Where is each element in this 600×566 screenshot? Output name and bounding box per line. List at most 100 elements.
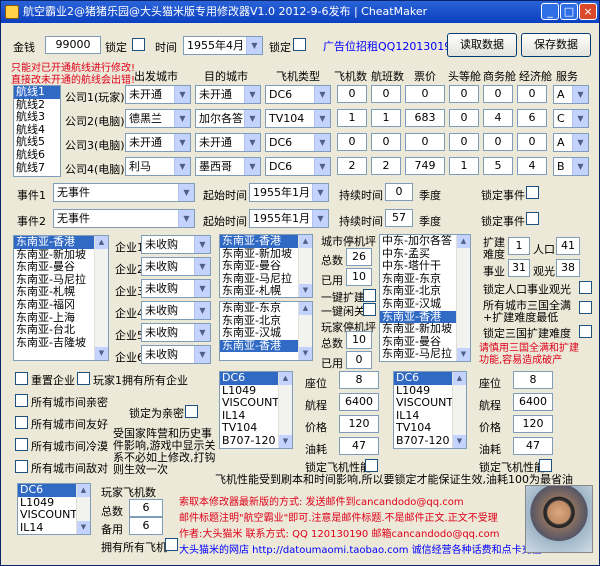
business-class-input[interactable]: 0 (483, 85, 513, 103)
price-input[interactable]: 683 (405, 109, 445, 127)
event-start-select[interactable]: 1955年1月 (249, 209, 329, 228)
list-item[interactable]: 中东-加尔各答 (380, 235, 456, 248)
scrollbar[interactable] (452, 372, 466, 448)
economy-class-input[interactable]: 0 (517, 85, 547, 103)
list-item[interactable]: 东南亚-曼谷 (14, 261, 94, 274)
plane-price-input[interactable]: 120 (339, 415, 379, 433)
save-data-button[interactable]: 保存数据 (521, 33, 591, 57)
tourism-input[interactable]: 38 (556, 259, 580, 277)
clear-all-checkbox[interactable] (363, 303, 376, 316)
first-class-input[interactable]: 0 (449, 109, 479, 127)
city-list-a[interactable]: 东南亚-香港 东南亚-新加坡 东南亚-曼谷 东南亚-马尼拉 东南亚-札幌 (219, 234, 313, 298)
event-lock-checkbox[interactable] (526, 186, 539, 199)
economy-class-input[interactable]: 4 (517, 157, 547, 175)
scrollbar[interactable] (456, 235, 470, 361)
flight-count-input[interactable]: 0 (371, 85, 401, 103)
player-parking-used-input[interactable]: 0 (346, 351, 372, 369)
price-input[interactable]: 749 (405, 157, 445, 175)
list-item[interactable]: 东南亚-福冈 (14, 298, 94, 312)
route-list[interactable]: 航线1 航线2 航线3 航线4 航线5 航线6 航线7 (13, 85, 61, 177)
to-city-select[interactable]: 未开通 (195, 133, 261, 152)
lock-expand-checkbox[interactable] (579, 325, 592, 338)
city-list-c[interactable]: 中东-加尔各答 中东-孟买 中东-塔什干 东南亚-东京 东南亚-北京 东南亚-汉… (379, 234, 471, 362)
company-select[interactable]: 未收购 (141, 279, 211, 298)
range-input[interactable]: 6400 (513, 393, 553, 411)
service-select[interactable]: B (553, 157, 589, 176)
plane-type-select[interactable]: DC6 (265, 133, 331, 152)
plane-list-1[interactable]: DC6 L1049 VISCOUNT IL14 TV104 B707-120 (219, 371, 293, 449)
list-item[interactable]: 东南亚-香港 (14, 236, 94, 249)
fuel-input[interactable]: 47 (339, 437, 379, 455)
plane-type-select[interactable]: DC6 (265, 85, 331, 104)
region-list[interactable]: 东南亚-香港 东南亚-新加坡 东南亚-曼谷 东南亚-马尼拉 东南亚-札幌 东南亚… (13, 235, 109, 361)
plane-list-3[interactable]: DC6 L1049 VISCOUNT IL14 (17, 483, 91, 535)
plane-type-select[interactable]: TV104 (265, 109, 331, 128)
plane-count-input[interactable]: 0 (337, 133, 367, 151)
economy-class-input[interactable]: 0 (517, 133, 547, 151)
own-all-planes-checkbox[interactable] (165, 538, 178, 551)
to-city-select[interactable]: 未开通 (195, 85, 261, 104)
player-planes-total-input[interactable]: 6 (129, 499, 163, 517)
list-item[interactable]: VISCOUNT (394, 397, 453, 410)
company-select[interactable]: 未收购 (141, 301, 211, 320)
own-all-company-checkbox[interactable] (77, 372, 90, 385)
service-select[interactable]: C (553, 109, 589, 128)
city-parking-total-input[interactable]: 26 (346, 248, 372, 266)
minimize-button[interactable]: _ (541, 3, 559, 20)
to-city-select[interactable]: 墨西哥 (195, 157, 261, 176)
service-select[interactable]: A (553, 133, 589, 152)
population-input[interactable]: 41 (556, 237, 580, 255)
scrollbar[interactable] (76, 484, 90, 534)
list-item[interactable]: 航线1 (14, 86, 60, 99)
range-input[interactable]: 6400 (339, 393, 379, 411)
to-city-select[interactable]: 加尔各答 (195, 109, 261, 128)
from-city-select[interactable]: 德黑兰 (125, 109, 191, 128)
list-item[interactable]: DC6 (220, 372, 278, 385)
money-input[interactable]: 99000 (45, 36, 101, 54)
plane-count-input[interactable]: 2 (337, 157, 367, 175)
fill-all-checkbox[interactable] (363, 289, 376, 302)
plane-count-input[interactable]: 0 (337, 85, 367, 103)
hostile-checkbox[interactable] (15, 460, 28, 473)
scrollbar[interactable] (298, 235, 312, 297)
event-select[interactable]: 无事件 (53, 209, 195, 228)
first-class-input[interactable]: 0 (449, 85, 479, 103)
from-city-select[interactable]: 未开通 (125, 133, 191, 152)
list-item[interactable]: 东南亚-香港 (220, 339, 298, 353)
time-select[interactable]: 1955年4月 (183, 36, 263, 55)
plane-count-input[interactable]: 1 (337, 109, 367, 127)
event-lock-checkbox[interactable] (526, 212, 539, 225)
event-select[interactable]: 无事件 (53, 183, 195, 202)
scrollbar[interactable] (298, 302, 312, 360)
event-duration-input[interactable]: 57 (385, 209, 413, 227)
flight-count-input[interactable]: 1 (371, 109, 401, 127)
list-item[interactable]: DC6 (18, 484, 76, 497)
list-item[interactable]: DC6 (394, 372, 452, 385)
list-item[interactable]: 航线3 (14, 111, 60, 124)
reset-company-checkbox[interactable] (15, 372, 28, 385)
plane-price-input[interactable]: 120 (513, 415, 553, 433)
scrollbar[interactable] (94, 236, 108, 360)
lock-close-checkbox[interactable] (185, 405, 198, 418)
ad-link[interactable]: 广告位招租QQ120130190 (323, 38, 458, 54)
good-checkbox[interactable] (15, 416, 28, 429)
maximize-button[interactable]: □ (560, 3, 578, 20)
business-class-input[interactable]: 5 (483, 157, 513, 175)
cold-checkbox[interactable] (15, 438, 28, 451)
company-select[interactable]: 未收购 (141, 345, 211, 364)
list-item[interactable]: 东南亚-汉城 (220, 327, 298, 340)
list-item[interactable]: 东南亚-香港 (220, 235, 298, 248)
list-item[interactable]: VISCOUNT (220, 397, 279, 410)
time-lock-checkbox[interactable] (293, 38, 306, 51)
business-class-input[interactable]: 0 (483, 133, 513, 151)
list-item[interactable]: B707-120 (220, 434, 278, 448)
price-input[interactable]: 0 (405, 85, 445, 103)
read-data-button[interactable]: 读取数据 (447, 33, 517, 57)
list-item[interactable]: B707-120 (394, 434, 452, 448)
list-item[interactable]: 中东-塔什干 (380, 260, 456, 273)
city-list-b[interactable]: 东南亚-东京 东南亚-北京 东南亚-汉城 东南亚-香港 (219, 301, 313, 361)
money-lock-checkbox[interactable] (132, 38, 145, 51)
list-item[interactable]: 东南亚-新加坡 (380, 323, 456, 336)
list-item[interactable]: 东南亚-马尼拉 (380, 348, 456, 361)
list-item[interactable]: 东南亚-东京 (220, 302, 298, 315)
